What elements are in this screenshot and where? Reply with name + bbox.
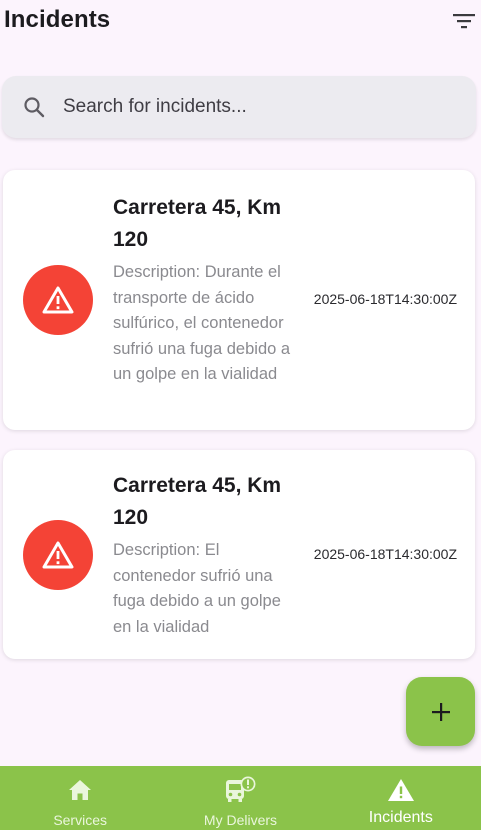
incident-title: Carretera 45, Km 120: [113, 474, 282, 529]
nav-item-incidents[interactable]: Incidents: [321, 766, 481, 830]
search-icon: [21, 94, 47, 120]
incident-card[interactable]: Carretera 45, Km 120 Description: Durant…: [3, 170, 475, 430]
incident-text: Carretera 45, Km 120 Description: Durant…: [113, 192, 293, 388]
incident-description: Description: El contenedor sufrió una fu…: [113, 541, 281, 636]
plus-icon: [431, 702, 450, 721]
page-title: Incidents: [4, 6, 111, 33]
home-icon: [68, 776, 92, 804]
incident-date: 2025-06-18T14:30:00Z: [313, 546, 457, 562]
incidents-screen: Incidents Carretera 45,: [0, 0, 481, 830]
warning-icon: [387, 776, 415, 804]
incident-card[interactable]: Carretera 45, Km 120 Description: El con…: [3, 450, 475, 659]
filter-button[interactable]: [451, 8, 477, 34]
filter-icon: [453, 14, 475, 29]
app-header: Incidents: [0, 0, 481, 44]
nav-label: Services: [53, 812, 107, 828]
incident-description: Description: Durante el transporte de ác…: [113, 263, 291, 383]
incident-title: Carretera 45, Km 120: [113, 196, 282, 251]
add-incident-button[interactable]: [406, 677, 475, 746]
warning-icon: [42, 541, 74, 569]
warning-icon: [42, 286, 74, 314]
incident-avatar: [23, 265, 93, 335]
nav-label: Incidents: [368, 809, 433, 826]
bus-alert-icon: [224, 776, 256, 804]
incident-text: Carretera 45, Km 120 Description: El con…: [113, 470, 293, 640]
bottom-navigation: Services My Delivers Incidents: [0, 766, 481, 830]
nav-item-my-delivers[interactable]: My Delivers: [160, 766, 320, 830]
nav-label: My Delivers: [203, 812, 278, 828]
incident-avatar: [23, 520, 93, 590]
incident-date: 2025-06-18T14:30:00Z: [313, 291, 457, 307]
search-bar[interactable]: [2, 76, 476, 138]
search-input[interactable]: [63, 96, 443, 118]
nav-item-services[interactable]: Services: [0, 766, 160, 830]
